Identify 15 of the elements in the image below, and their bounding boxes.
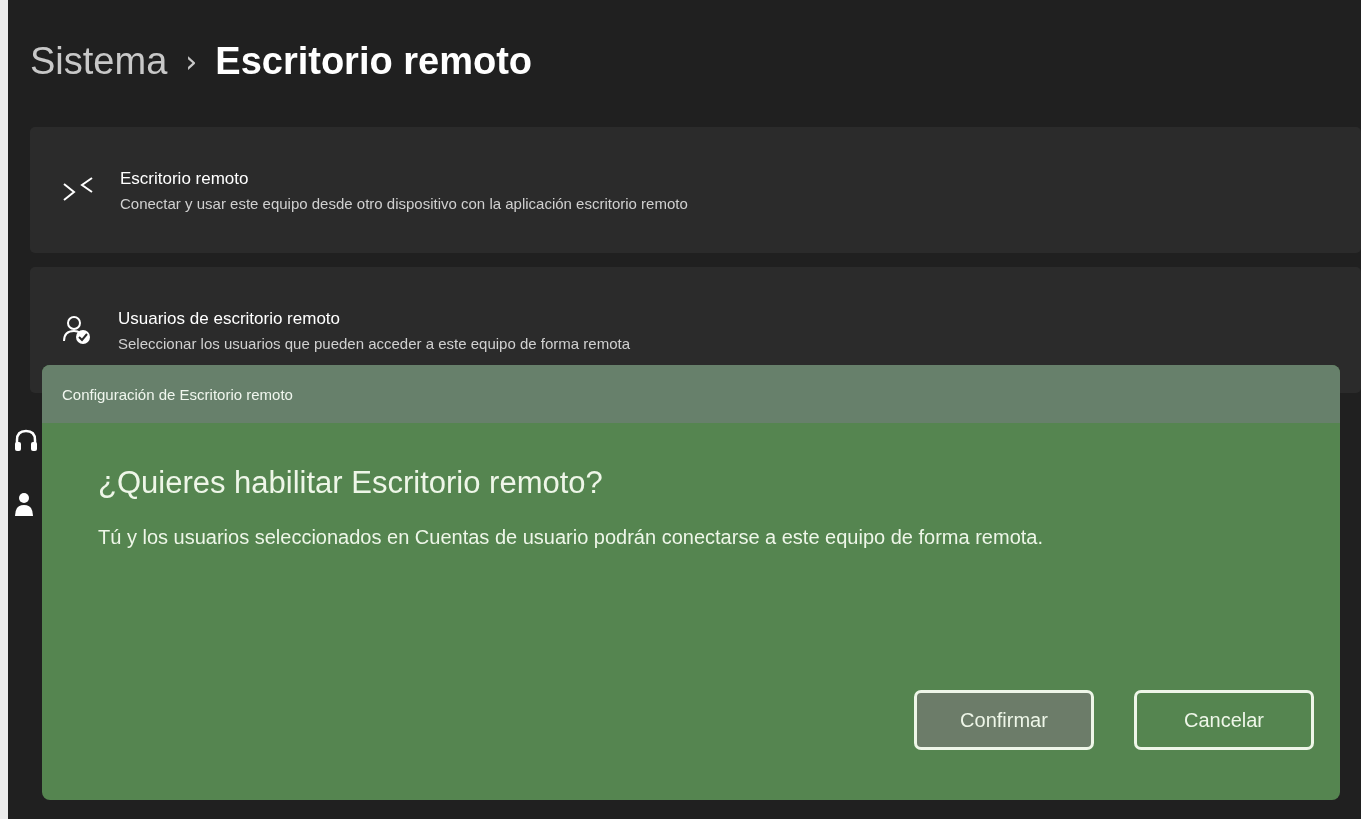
user-check-icon	[62, 315, 92, 345]
dialog-button[interactable]: Cancelar	[1134, 690, 1314, 750]
dialog-button[interactable]: Confirmar	[914, 690, 1094, 750]
dialog-title: Configuración de Escritorio remoto	[42, 365, 1340, 423]
remote-desktop-icon	[62, 176, 94, 204]
settings-card[interactable]: Escritorio remoto Conectar y usar este equipo desde otro dispositivo con la aplicación escritorio remoto	[30, 127, 1361, 253]
card-description: Conectar y usar este equipo desde otro dispositivo con la aplicación escritorio remoto	[120, 194, 688, 212]
breadcrumb-parent[interactable]: Sistema	[30, 40, 168, 83]
page-title: Escritorio remoto	[215, 40, 532, 83]
card-title: Escritorio remoto	[120, 168, 250, 189]
card-title: Usuarios de escritorio remoto	[118, 308, 342, 329]
card-description: Seleccionar los usuarios que pueden acceder a este equipo de forma remota	[118, 334, 630, 352]
dialog-heading: ¿Quieres habilitar Escritorio remoto?	[98, 465, 604, 501]
dialog-message: Tú y los usuarios seleccionados en Cuentas de usuario podrán conectarse a este equipo de forma remota.	[98, 525, 1044, 550]
breadcrumb-separator: ›	[185, 44, 198, 79]
